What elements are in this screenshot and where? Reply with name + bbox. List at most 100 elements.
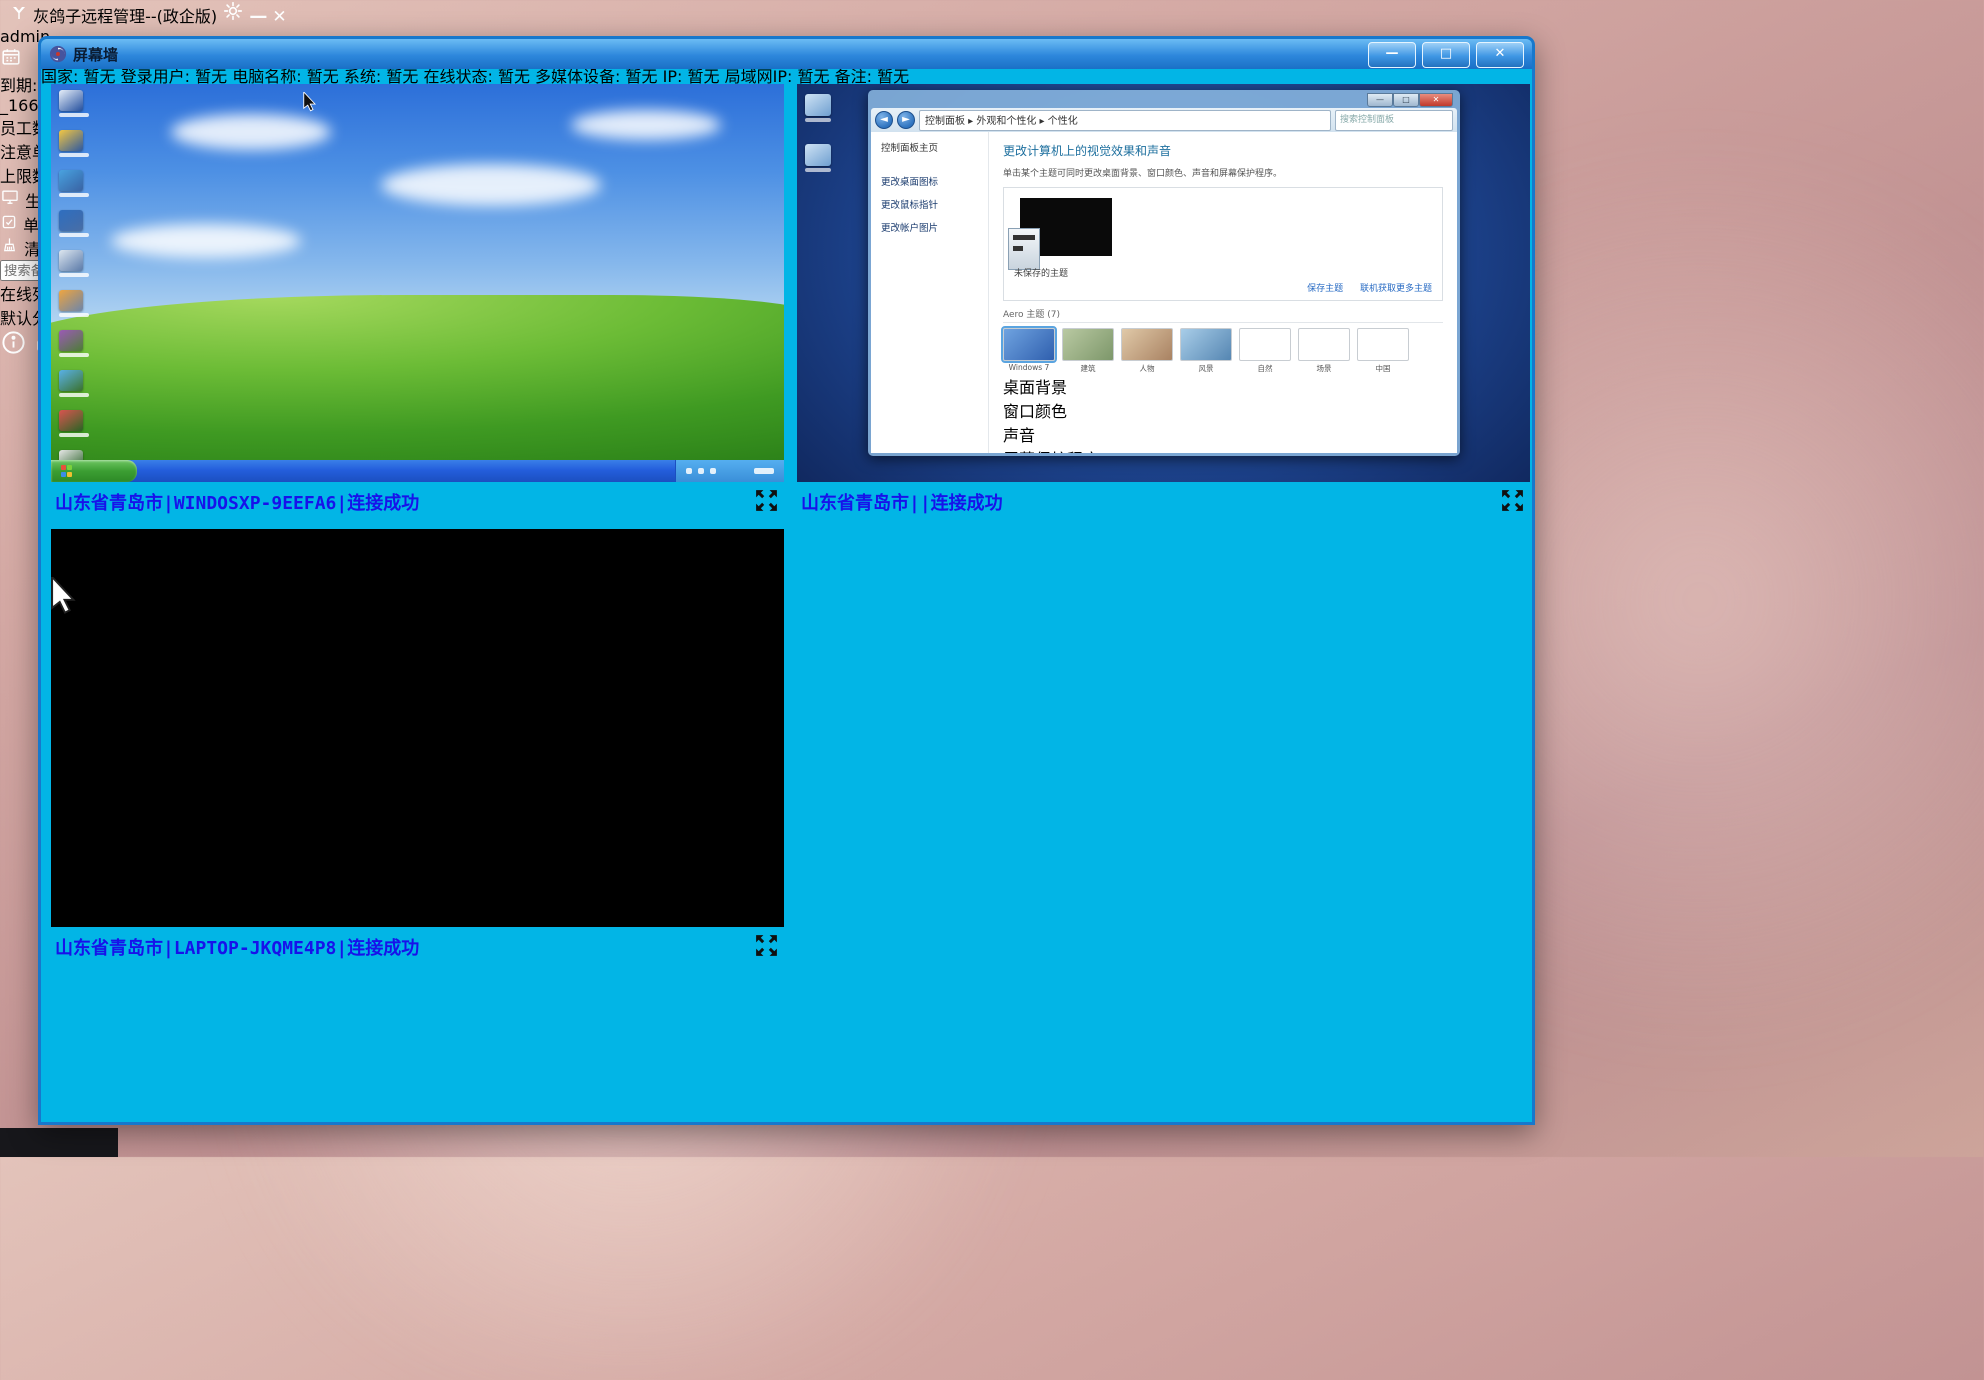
expand-icon[interactable] (1499, 487, 1526, 514)
get-themes-link: 联机获取更多主题 (1360, 284, 1432, 294)
aero-theme-item[interactable]: 自然 (1239, 328, 1291, 374)
breadcrumb: 控制面板 ▸ 外观和个性化 ▸ 个性化 (919, 110, 1331, 131)
personalization-window: — □ ✕ ◄ ► 控制面板 ▸ 外观和个性化 ▸ 个性化 搜索控制面板 控制面… (868, 90, 1460, 456)
theme-preview (1020, 198, 1112, 256)
aero-theme-item[interactable]: 风景 (1180, 328, 1232, 374)
search-input: 搜索控制面板 (1335, 110, 1453, 131)
forward-icon: ► (897, 111, 915, 129)
cloud (381, 164, 601, 206)
aero-theme-item[interactable]: 建筑 (1062, 328, 1114, 374)
personalize-item[interactable]: 窗口颜色 (1003, 398, 1443, 422)
expand-icon[interactable] (753, 932, 780, 959)
remote-screenshot-xp[interactable] (51, 84, 784, 482)
security-watermark-text: 信息安全检测系统--试用 (51, 619, 784, 643)
cloud (171, 114, 331, 150)
desktop-icon (59, 250, 99, 277)
mouse-cursor-icon (303, 92, 317, 112)
desktop-icon (59, 90, 99, 117)
info-icon[interactable] (0, 329, 27, 356)
aero-theme-item[interactable]: Windows 7 (1003, 328, 1055, 374)
xp-desktop-icons (59, 90, 99, 482)
nested-connection-label: 山东省青岛市|WINDOSXP-9EEFA6|连接成功 (51, 529, 784, 553)
save-theme-link: 保存主题 (1307, 284, 1343, 294)
section-heading: 更改计算机上的视觉效果和声音 (1003, 142, 1443, 159)
back-icon: ◄ (875, 111, 893, 129)
desktop-icon (59, 210, 99, 237)
remote-screen-cell: 山东省青岛市|WINDOSXP-9EEFA6|连接成功 (51, 84, 784, 522)
desktop-icon (59, 290, 99, 317)
connection-label: 山东省青岛市|WINDOSXP-9EEFA6|连接成功 (55, 489, 419, 515)
cell-status-bar: 山东省青岛市||连接成功 (797, 482, 1530, 522)
unsaved-theme-label: 未保存的主题 (1014, 266, 1068, 279)
connection-label: 山东省青岛市||连接成功 (801, 489, 1003, 515)
section-description: 单击某个主题可同时更改桌面背景、窗口颜色、声音和屏幕保护程序。 (1003, 166, 1443, 179)
cloud (571, 110, 721, 140)
desktop-icon (59, 130, 99, 157)
connection-label: 山东省青岛市|LAPTOP-JKQME4P8|连接成功 (55, 934, 419, 960)
personalization-content: 更改计算机上的视觉效果和声音 单击某个主题可同时更改桌面背景、窗口颜色、声音和屏… (989, 132, 1457, 453)
personalize-item[interactable]: 声音 (1003, 422, 1443, 446)
personalize-bottom-row: 桌面背景窗口颜色声音屏幕保护程序 (1003, 374, 1443, 453)
windows-flag-icon (61, 465, 73, 477)
calendar-icon[interactable] (0, 46, 22, 68)
cloud (111, 224, 301, 258)
win7-caption-bar: — □ ✕ (871, 90, 1457, 108)
app-logo-icon (10, 4, 28, 22)
taskbar-fragment (0, 1128, 118, 1157)
desktop-icon (59, 410, 99, 437)
broom-icon (0, 236, 19, 255)
screen-wall-window: 屏幕墙 — □ ✕ (38, 36, 1535, 1125)
close-button[interactable]: ✕ (1476, 42, 1524, 68)
xp-start-button (51, 460, 137, 482)
mouse-cursor-icon (51, 577, 77, 615)
monitor-icon (0, 187, 20, 207)
desktop-icon (59, 370, 99, 397)
nested-screen-wall-window: 山东省青岛市|WINDOSXP-9EEFA6|连接成功 山东省青岛市||连接成功 (51, 529, 784, 619)
minimize-button[interactable]: — (1368, 42, 1416, 68)
remote-screenshot-desktop[interactable]: 山东省青岛市|WINDOSXP-9EEFA6|连接成功 山东省青岛市||连接成功 (51, 529, 784, 927)
minimize-button[interactable]: — (249, 6, 267, 27)
theme-dialog-icon (1008, 228, 1040, 270)
address-bar: ◄ ► 控制面板 ▸ 外观和个性化 ▸ 个性化 搜索控制面板 (871, 108, 1457, 132)
xp-tray (675, 460, 784, 482)
remote-screen-cell: 山东省青岛市|WINDOSXP-9EEFA6|连接成功 山东省青岛市||连接成功 (51, 529, 784, 967)
window-title: 屏幕墙 (73, 44, 118, 65)
screen-wall-app-icon (49, 45, 67, 63)
sidebar-link: 更改帐户图片 (881, 220, 988, 234)
xp-hill (51, 295, 784, 460)
personalize-item[interactable]: 屏幕保护程序 (1003, 446, 1443, 453)
aero-theme-item[interactable]: 人物 (1121, 328, 1173, 374)
aero-section-label: Aero 主题 (7) (1003, 307, 1443, 323)
cell-status-bar: 山东省青岛市|WINDOSXP-9EEFA6|连接成功 (51, 482, 784, 522)
sidebar-link: 更改桌面图标 (881, 174, 988, 188)
sidebar-link: 更改鼠标指针 (881, 197, 988, 211)
panel-title: 灰鸽子远程管理--(政企版) (33, 7, 217, 26)
checkbox-icon (0, 213, 18, 231)
desktop-icon (59, 170, 99, 197)
remote-screenshot-win7[interactable]: — □ ✕ ◄ ► 控制面板 ▸ 外观和个性化 ▸ 个性化 搜索控制面板 控制面… (797, 84, 1530, 482)
cell-status-bar: 山东省青岛市|LAPTOP-JKQME4P8|连接成功 (51, 927, 784, 967)
aero-theme-row: Windows 7建筑人物风景自然场景中国 (1003, 328, 1443, 374)
desktop-icon (59, 330, 99, 357)
minimize-button: — (1367, 93, 1393, 107)
panel-titlebar[interactable]: 灰鸽子远程管理--(政企版) — ✕ (0, 0, 1984, 27)
control-panel-sidebar: 控制面板主页 更改桌面图标 更改鼠标指针 更改帐户图片 (871, 132, 989, 453)
close-button[interactable]: ✕ (272, 7, 286, 27)
xp-taskbar (51, 460, 784, 482)
remote-screen-cell: — □ ✕ ◄ ► 控制面板 ▸ 外观和个性化 ▸ 个性化 搜索控制面板 控制面… (797, 84, 1530, 522)
sidebar-link: 控制面板主页 (881, 140, 988, 154)
desktop-icon (805, 94, 831, 122)
desktop-wallpaper: 屏幕墙 — □ ✕ (0, 0, 1984, 360)
aero-theme-item[interactable]: 中国 (1357, 328, 1409, 374)
expand-icon[interactable] (753, 487, 780, 514)
screen-wall-titlebar[interactable]: 屏幕墙 — □ ✕ (41, 39, 1532, 69)
maximize-button: □ (1393, 93, 1419, 107)
desktop-icon (805, 144, 831, 172)
nested-connection-label: 山东省青岛市||连接成功 (51, 553, 784, 577)
personalize-item[interactable]: 桌面背景 (1003, 374, 1443, 398)
maximize-button[interactable]: □ (1422, 42, 1470, 68)
aero-theme-item[interactable]: 场景 (1298, 328, 1350, 374)
close-button: ✕ (1419, 93, 1453, 107)
gear-icon[interactable] (222, 0, 244, 22)
current-theme-box: 未保存的主题 保存主题 联机获取更多主题 (1003, 187, 1443, 301)
